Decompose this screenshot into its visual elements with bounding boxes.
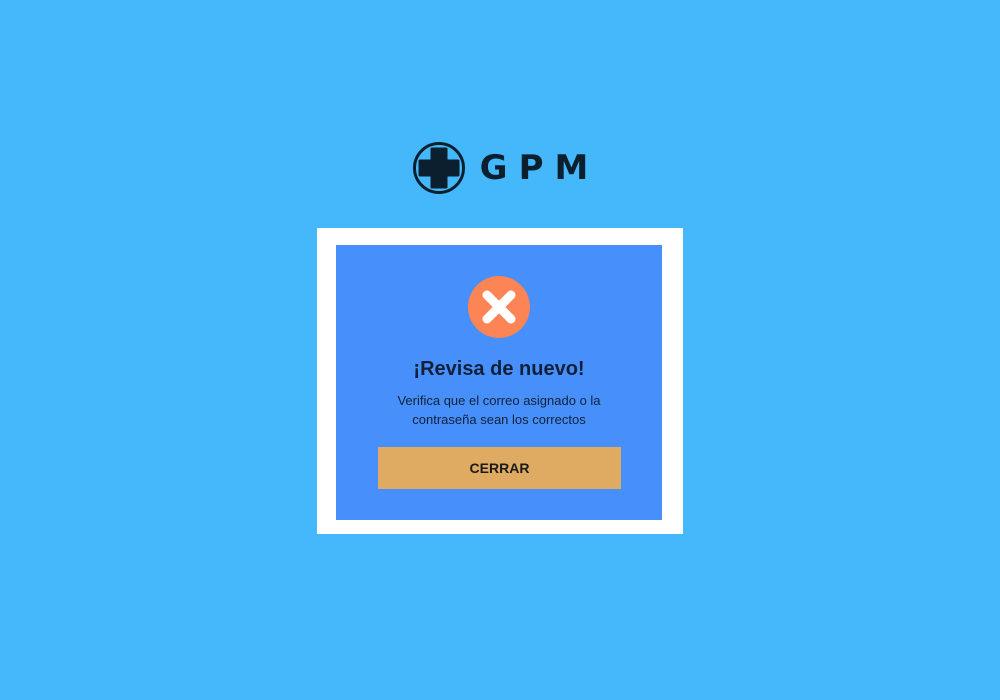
error-x-icon [468, 276, 530, 338]
dialog-message: Verifica que el correo asignado o la con… [397, 393, 601, 427]
close-button[interactable]: CERRAR [378, 447, 621, 489]
dialog-frame: ¡Revisa de nuevo! Verifica que el correo… [317, 228, 683, 534]
brand-header: GPM [0, 141, 1000, 195]
error-dialog: ¡Revisa de nuevo! Verifica que el correo… [336, 245, 662, 520]
plus-circle-icon [412, 142, 465, 194]
dialog-title: ¡Revisa de nuevo! [413, 358, 585, 380]
brand-name: GPM [479, 148, 600, 188]
